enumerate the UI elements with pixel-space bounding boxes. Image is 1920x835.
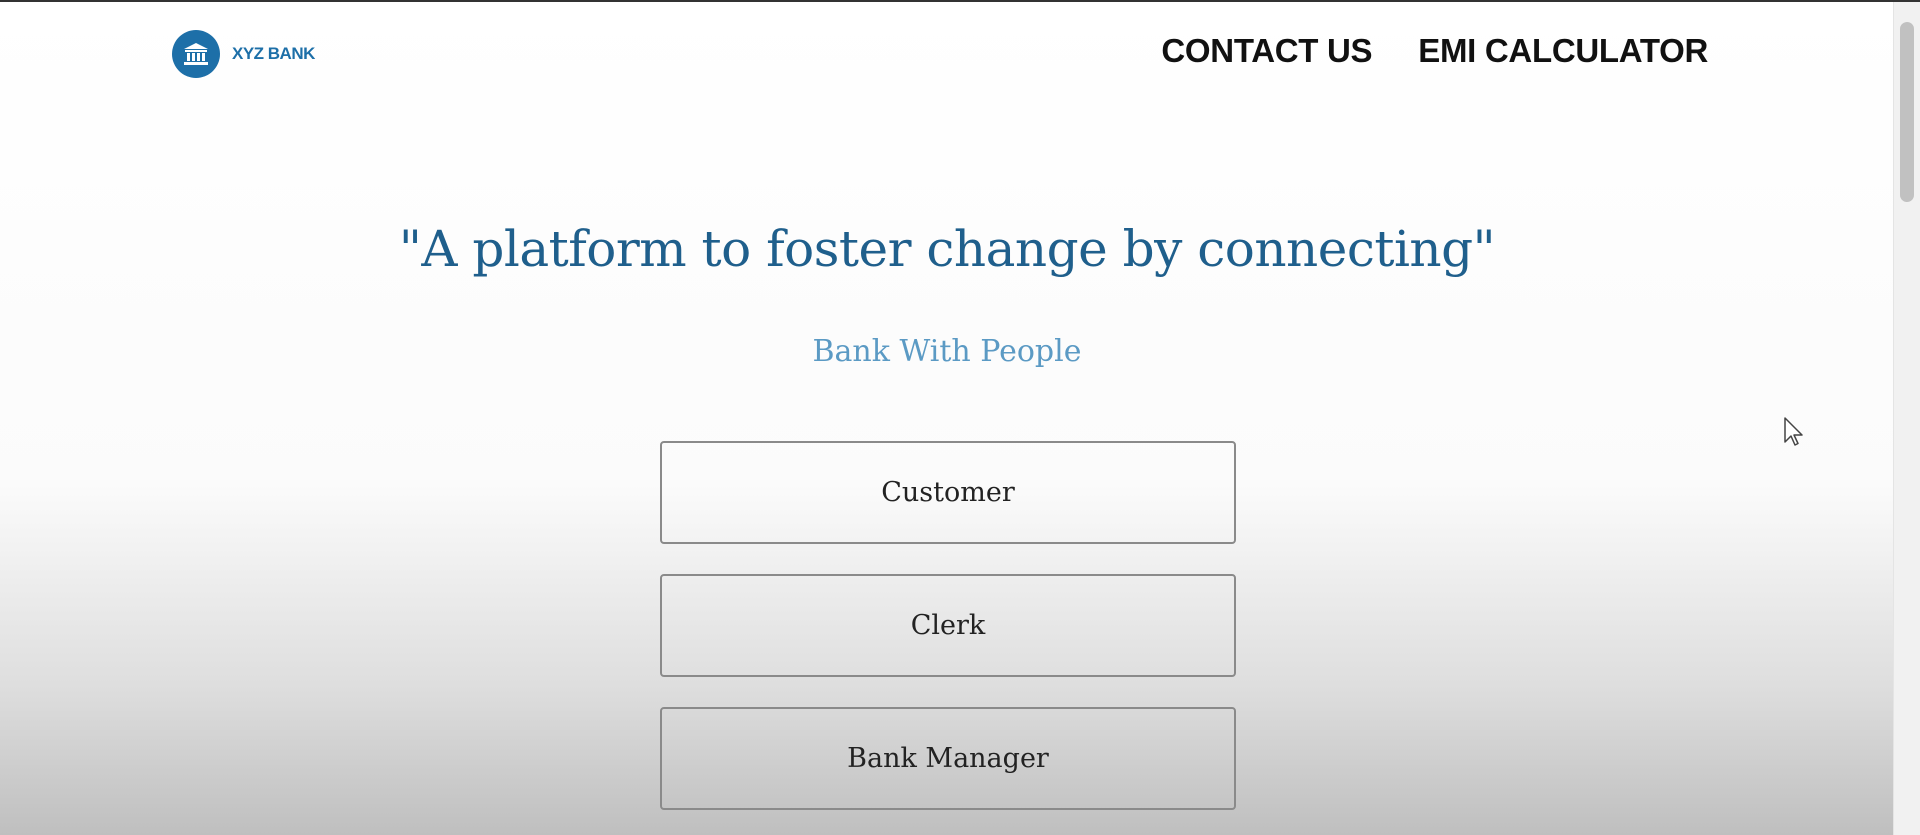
nav-contact-us[interactable]: CONTACT US <box>1161 32 1372 70</box>
mouse-cursor-icon <box>1783 416 1805 448</box>
logo[interactable]: XYZ BANK <box>172 30 315 78</box>
scrollbar-thumb[interactable] <box>1900 22 1914 202</box>
hero-headline: "A platform to foster change by connecti… <box>398 220 1496 278</box>
nav-emi-calculator[interactable]: EMI CALCULATOR <box>1418 32 1708 70</box>
page: XYZ BANK CONTACT US EMI CALCULATOR "A pl… <box>0 0 1920 835</box>
customer-button[interactable]: Customer <box>660 441 1236 544</box>
bank-building-icon <box>172 30 220 78</box>
bank-manager-button[interactable]: Bank Manager <box>660 707 1236 810</box>
vertical-scrollbar[interactable] <box>1893 2 1920 835</box>
clerk-button[interactable]: Clerk <box>660 574 1236 677</box>
logo-text: XYZ BANK <box>232 44 315 63</box>
top-nav: CONTACT US EMI CALCULATOR <box>1161 32 1708 70</box>
hero-subtitle: Bank With People <box>812 334 1082 369</box>
